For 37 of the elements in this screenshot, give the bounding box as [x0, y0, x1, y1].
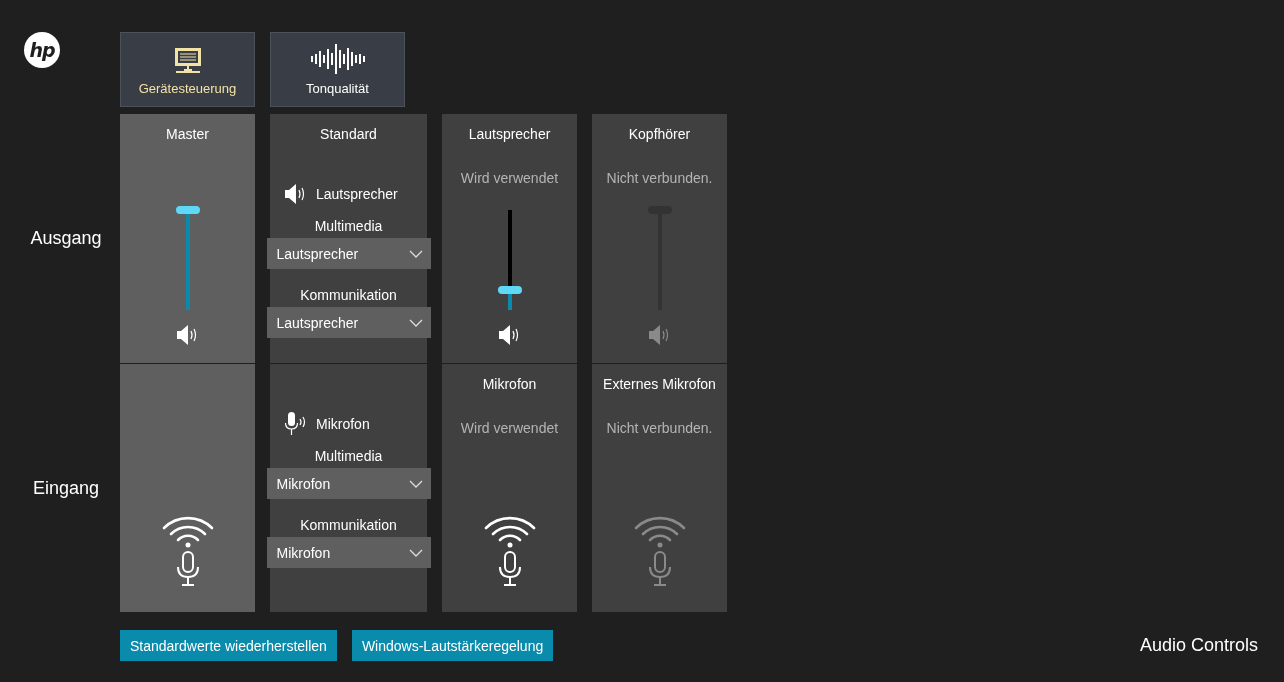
device-dropdown[interactable]: Mikrofon	[266, 537, 431, 568]
device-status: Wird verwendet	[460, 169, 559, 188]
panel-title: Master	[166, 125, 209, 144]
logo: hp	[24, 32, 60, 68]
monitor-icon	[173, 47, 202, 75]
microphone-icon	[284, 411, 308, 437]
dropdown-label: Multimedia	[314, 217, 383, 236]
tab[interactable]: Tonqualität	[270, 32, 405, 107]
tab[interactable]: Gerätesteuerung	[120, 32, 255, 107]
default-device: Mikrofon	[316, 416, 370, 432]
device-status: Nicht verbunden.	[606, 169, 713, 188]
slider-thumb[interactable]	[497, 286, 522, 294]
device-status: Wird verwendet	[460, 419, 559, 438]
dropdown-label: Multimedia	[314, 447, 383, 466]
device-dropdown[interactable]: Lautsprecher	[266, 238, 431, 269]
chevron-down-icon	[408, 479, 423, 488]
default-device: Lautsprecher	[316, 186, 398, 202]
panel-title: Lautsprecher	[468, 125, 551, 144]
action-button[interactable]: Windows-Lautstärkeregelung	[351, 630, 554, 661]
device-dropdown[interactable]: Lautsprecher	[266, 307, 431, 338]
panel-title: Externes Mikrofon	[603, 375, 716, 394]
dropdown-label: Kommunikation	[300, 286, 397, 305]
device-dropdown[interactable]: Mikrofon	[266, 468, 431, 499]
chevron-down-icon	[408, 548, 423, 557]
app-title: Audio Controls	[1139, 635, 1258, 656]
dropdown-label: Kommunikation	[300, 516, 397, 535]
row-label: Ausgang	[29, 227, 103, 250]
row-label: Eingang	[31, 476, 101, 500]
chevron-down-icon	[408, 318, 423, 327]
slider-thumb[interactable]	[175, 206, 200, 214]
panel-title: Mikrofon	[482, 375, 537, 394]
action-button[interactable]: Standardwerte wiederherstellen	[120, 630, 337, 661]
waveform-icon	[309, 43, 366, 75]
panel-title: Kopfhörer	[628, 125, 691, 144]
panel-title: Standard	[320, 125, 377, 144]
chevron-down-icon	[408, 249, 423, 258]
device-status: Nicht verbunden.	[606, 419, 713, 438]
